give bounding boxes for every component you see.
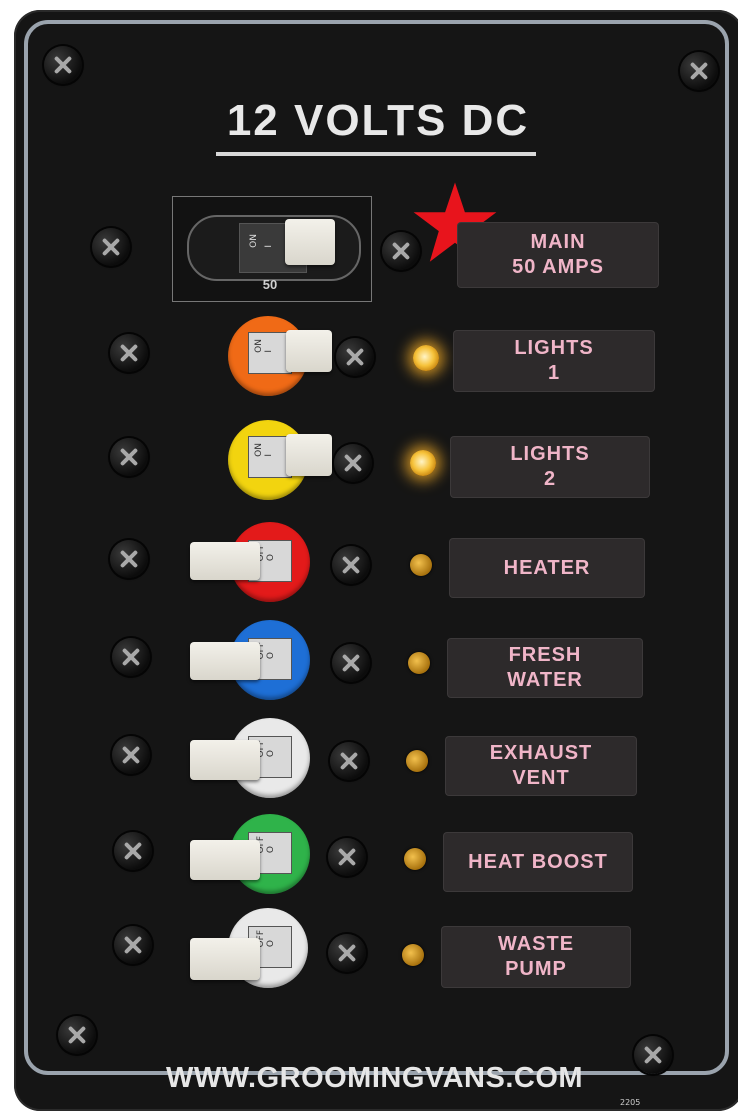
indicator-light-icon <box>402 944 424 966</box>
breaker-lever[interactable] <box>286 330 332 372</box>
title-underline <box>216 152 536 156</box>
circuit-label: LIGHTS 2 <box>451 437 649 497</box>
circuit-label: LIGHTS 1 <box>454 331 654 391</box>
mount-screw-icon <box>110 438 148 476</box>
mount-screw-icon <box>336 338 374 376</box>
mount-screw-icon <box>112 736 150 774</box>
main-switch-marks: ON I <box>249 234 275 248</box>
mount-screw-icon <box>114 926 152 964</box>
breaker-state-marks: ONI <box>254 339 274 353</box>
mount-screw-icon <box>330 742 368 780</box>
breaker-lever[interactable] <box>190 938 260 980</box>
website-text: WWW.GROOMINGVANS.COM <box>166 1062 584 1094</box>
corner-screw-icon <box>634 1036 672 1074</box>
circuit-label: WASTE PUMP <box>442 927 630 987</box>
indicator-light-icon <box>406 750 428 772</box>
circuit-label: HEAT BOOST <box>444 833 632 891</box>
breaker-lever[interactable] <box>190 840 260 880</box>
mount-screw-icon <box>110 334 148 372</box>
breaker-state-marks: ONI <box>254 443 274 457</box>
panel-title: 12 VOLTS DC <box>226 96 530 145</box>
mount-screw-icon <box>328 838 366 876</box>
model-mark: 2205 <box>620 1098 641 1107</box>
corner-screw-icon <box>680 52 718 90</box>
breaker-lever[interactable] <box>190 740 260 780</box>
corner-screw-icon <box>58 1016 96 1054</box>
circuit-label: EXHAUST VENT <box>446 737 636 795</box>
indicator-light-icon <box>410 450 436 476</box>
indicator-light-icon <box>413 345 439 371</box>
indicator-light-icon <box>404 848 426 870</box>
mount-screw-icon <box>332 546 370 584</box>
mount-screw-icon <box>332 644 370 682</box>
circuit-label: FRESH WATER <box>448 639 642 697</box>
main-breaker-lever[interactable] <box>285 219 335 265</box>
mount-screw-icon <box>114 832 152 870</box>
mount-screw-icon <box>110 540 148 578</box>
mount-screw-icon <box>334 444 372 482</box>
mount-screw-icon <box>92 228 130 266</box>
main-label: MAIN 50 AMPS <box>458 223 658 287</box>
breaker-lever[interactable] <box>190 642 260 680</box>
indicator-light-icon <box>408 652 430 674</box>
mount-screw-icon <box>112 638 150 676</box>
breaker-lever[interactable] <box>190 542 260 580</box>
indicator-light-icon <box>410 554 432 576</box>
main-breaker-rating: 50 <box>262 277 278 292</box>
breaker-lever[interactable] <box>286 434 332 476</box>
corner-screw-icon <box>44 46 82 84</box>
circuit-label: HEATER <box>450 539 644 597</box>
mount-screw-icon <box>328 934 366 972</box>
